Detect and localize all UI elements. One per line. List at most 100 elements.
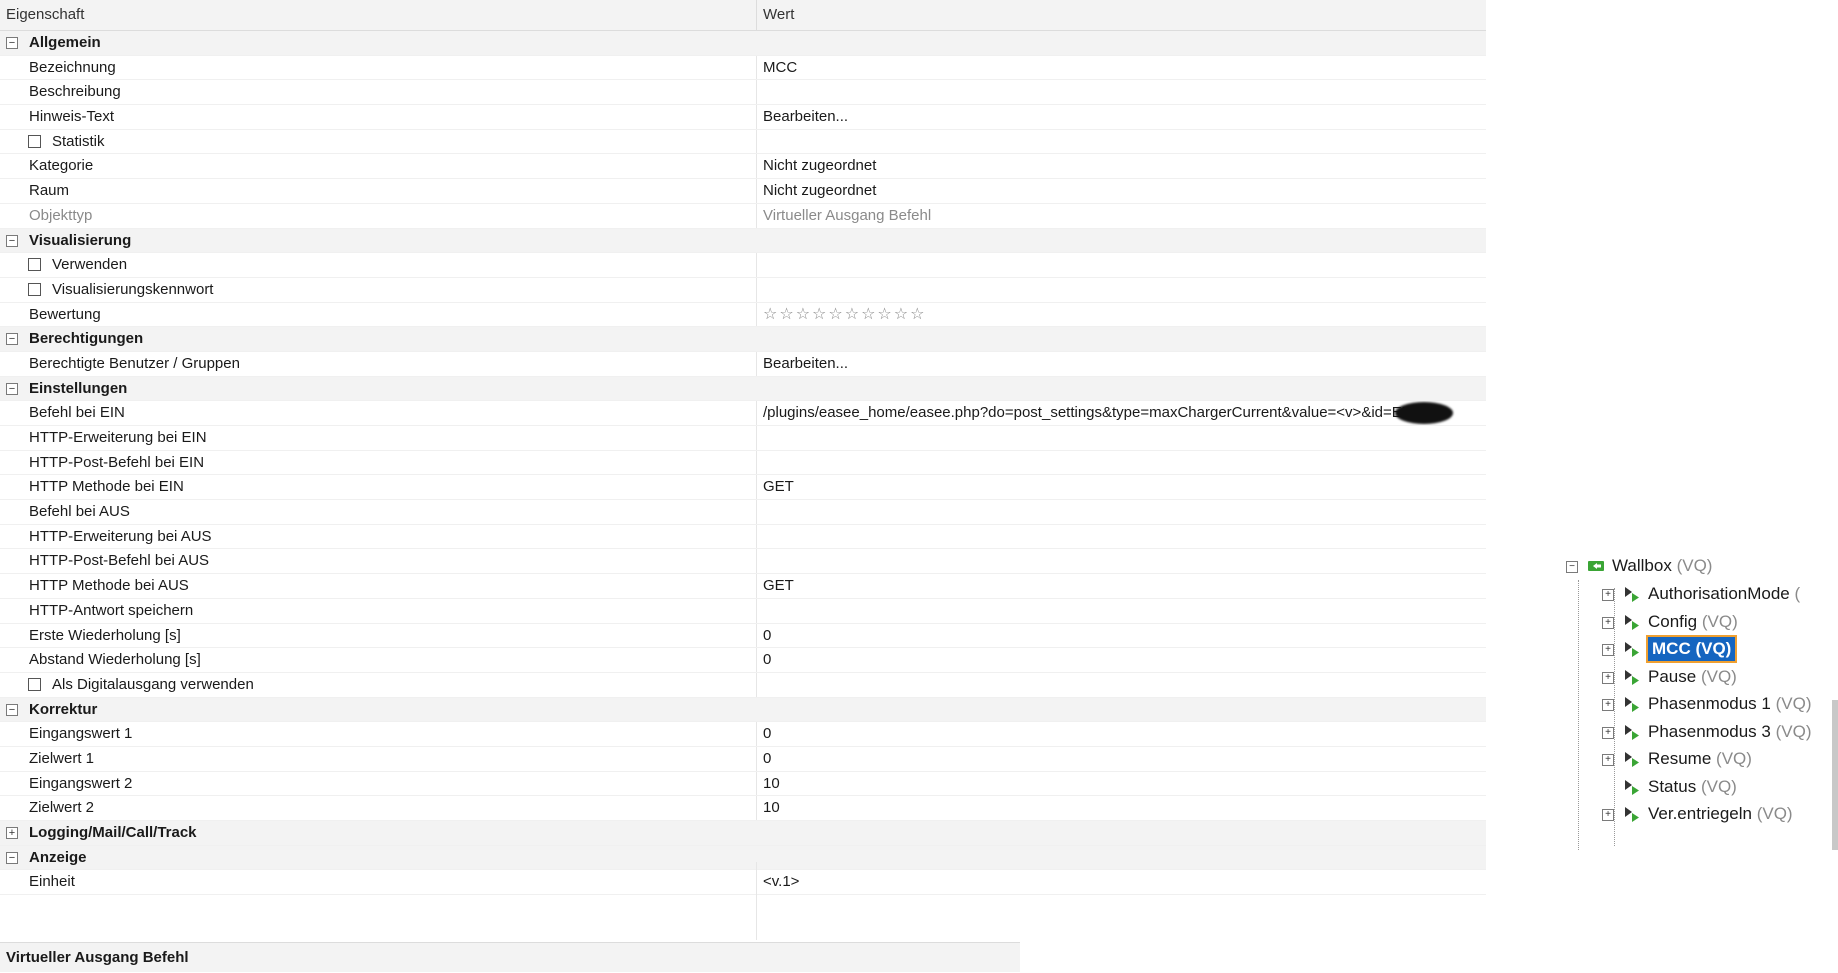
property-row[interactable]: Befehl bei EIN/plugins/easee_home/easee.… <box>0 401 1486 426</box>
property-value[interactable] <box>756 500 1487 524</box>
property-label: Kategorie <box>29 157 94 175</box>
collapse-icon[interactable]: − <box>6 333 18 346</box>
property-value[interactable] <box>756 129 1487 154</box>
expand-icon[interactable]: + <box>1602 616 1614 629</box>
property-row[interactable]: Erste Wiederholung [s] 0 <box>0 623 1487 649</box>
property-row[interactable]: HTTP-Erweiterung bei EIN <box>0 426 1486 451</box>
property-value[interactable] <box>756 598 1487 623</box>
property-value[interactable]: Bearbeiten... <box>756 105 1487 129</box>
section-row[interactable]: − Korrektur <box>0 697 1486 723</box>
property-row[interactable]: Objekttyp Virtueller Ausgang Befehl <box>0 203 1487 229</box>
property-row[interactable]: HTTP-Erweiterung bei AUS <box>0 524 1487 550</box>
tree-node-name: Wallbox <box>1612 556 1672 575</box>
tree-node-name: MCC <box>1652 639 1691 658</box>
property-row[interactable]: Zielwert 2 10 <box>0 796 1486 821</box>
property-value[interactable]: 0 <box>756 746 1487 771</box>
property-row[interactable]: Abstand Wiederholung [s] 0 <box>0 648 1486 673</box>
property-row[interactable]: Befehl bei AUS <box>0 500 1486 525</box>
section-row[interactable]: − Allgemein <box>0 31 1486 56</box>
property-value[interactable] <box>756 524 1487 549</box>
tree-node-name: Pause <box>1648 666 1697 686</box>
section-row[interactable]: − Berechtigungen <box>0 327 1486 352</box>
property-row[interactable]: Verwenden <box>0 253 1486 278</box>
collapse-icon[interactable]: − <box>6 703 18 716</box>
property-row[interactable]: Eingangswert 2 10 <box>0 771 1487 797</box>
tree-scrollbar[interactable] <box>1832 700 1838 850</box>
property-value[interactable]: 10 <box>756 771 1487 796</box>
collapse-icon[interactable]: − <box>6 851 18 864</box>
property-row[interactable]: Visualisierungskennwort <box>0 277 1487 303</box>
expand-icon[interactable]: + <box>6 827 18 839</box>
property-row[interactable]: Als Digitalausgang verwenden <box>0 672 1487 698</box>
property-row[interactable]: Statistik <box>0 129 1487 155</box>
expand-icon[interactable]: + <box>1602 671 1614 684</box>
property-value[interactable]: /plugins/easee_home/easee.php?do=post_se… <box>756 401 1487 425</box>
property-value[interactable]: ☆☆☆☆☆☆☆☆☆☆ <box>756 302 1487 327</box>
property-value[interactable] <box>756 450 1487 475</box>
collapse-icon[interactable]: − <box>6 382 18 395</box>
collapse-icon[interactable]: − <box>1566 561 1578 573</box>
checkbox[interactable] <box>28 282 41 296</box>
checkbox[interactable] <box>28 258 41 272</box>
expand-icon[interactable]: + <box>1602 589 1614 601</box>
property-value[interactable]: 0 <box>756 722 1487 746</box>
section-row[interactable]: + Logging/Mail/Call/Track <box>0 821 1486 846</box>
property-row[interactable]: HTTP Methode bei EIN GET <box>0 475 1487 501</box>
tree-node-label: Config (VQ) <box>1648 610 1738 634</box>
property-label: HTTP-Antwort speichern <box>29 601 194 619</box>
property-row[interactable]: Raum Nicht zugeordnet <box>0 179 1486 204</box>
property-value[interactable]: <v.1> <box>756 870 1487 895</box>
property-value[interactable] <box>756 277 1487 302</box>
expand-icon[interactable]: + <box>1602 644 1614 656</box>
expand-icon[interactable]: + <box>1602 754 1614 766</box>
property-value[interactable] <box>756 253 1487 277</box>
property-value[interactable] <box>756 80 1487 105</box>
property-value-text: Nicht zugeordnet <box>763 157 877 175</box>
property-value[interactable]: Bearbeiten... <box>756 351 1487 376</box>
column-header-property[interactable]: Eigenschaft <box>6 0 84 30</box>
section-row[interactable]: − Visualisierung <box>0 228 1486 254</box>
rating-stars[interactable]: ☆☆☆☆☆☆☆☆☆☆ <box>763 306 926 323</box>
collapse-icon[interactable]: − <box>6 234 18 247</box>
property-value[interactable]: Virtueller Ausgang Befehl <box>756 203 1487 228</box>
property-value[interactable]: Nicht zugeordnet <box>756 179 1487 203</box>
property-row[interactable]: HTTP Methode bei AUS GET <box>0 574 1486 599</box>
property-row[interactable]: Kategorie Nicht zugeordnet <box>0 154 1487 180</box>
property-label: Abstand Wiederholung [s] <box>29 651 201 669</box>
section-row[interactable]: − Einstellungen <box>0 376 1486 402</box>
property-value[interactable]: 0 <box>756 648 1487 672</box>
expand-icon[interactable]: + <box>1602 809 1614 821</box>
collapse-icon[interactable]: − <box>6 37 18 49</box>
property-row[interactable]: Bewertung ☆☆☆☆☆☆☆☆☆☆ <box>0 302 1487 328</box>
property-value[interactable] <box>756 549 1487 574</box>
property-value[interactable] <box>756 426 1487 450</box>
property-value[interactable]: Nicht zugeordnet <box>756 154 1487 179</box>
expand-icon[interactable]: + <box>1602 726 1614 739</box>
property-value[interactable]: GET <box>756 475 1487 500</box>
property-row[interactable]: Eingangswert 1 0 <box>0 722 1486 747</box>
column-header-value[interactable]: Wert <box>756 0 794 30</box>
property-row[interactable]: Hinweis-Text Bearbeiten... <box>0 105 1486 130</box>
property-row[interactable]: Beschreibung <box>0 80 1487 106</box>
property-value[interactable]: MCC <box>756 55 1487 80</box>
expand-icon[interactable]: + <box>1602 699 1614 711</box>
section-row[interactable]: − Anzeige <box>0 845 1486 871</box>
property-value[interactable]: 10 <box>756 796 1487 820</box>
property-row[interactable]: HTTP-Antwort speichern <box>0 598 1487 624</box>
tree-node-label-selected: MCC (VQ) <box>1645 635 1738 663</box>
tree-node-name: AuthorisationMode <box>1648 584 1790 603</box>
property-label: Befehl bei AUS <box>29 503 130 521</box>
property-value[interactable]: GET <box>756 574 1487 598</box>
property-row[interactable]: Einheit <v.1> <box>0 870 1487 896</box>
checkbox[interactable] <box>28 677 41 691</box>
checkbox[interactable] <box>28 134 41 148</box>
property-value[interactable] <box>756 672 1487 697</box>
property-row[interactable]: Zielwert 1 0 <box>0 746 1487 772</box>
property-row[interactable]: Berechtigte Benutzer / Gruppen Bearbeiten… <box>0 351 1487 377</box>
property-label: HTTP Methode bei EIN <box>29 478 184 496</box>
property-row[interactable]: HTTP-Post-Befehl bei AUS <box>0 549 1487 575</box>
property-row[interactable]: HTTP-Post-Befehl bei EIN <box>0 450 1487 476</box>
property-row[interactable]: Bezeichnung MCC <box>0 55 1487 81</box>
property-value[interactable]: 0 <box>756 623 1487 648</box>
status-bar-text: Virtueller Ausgang Befehl <box>6 949 189 966</box>
